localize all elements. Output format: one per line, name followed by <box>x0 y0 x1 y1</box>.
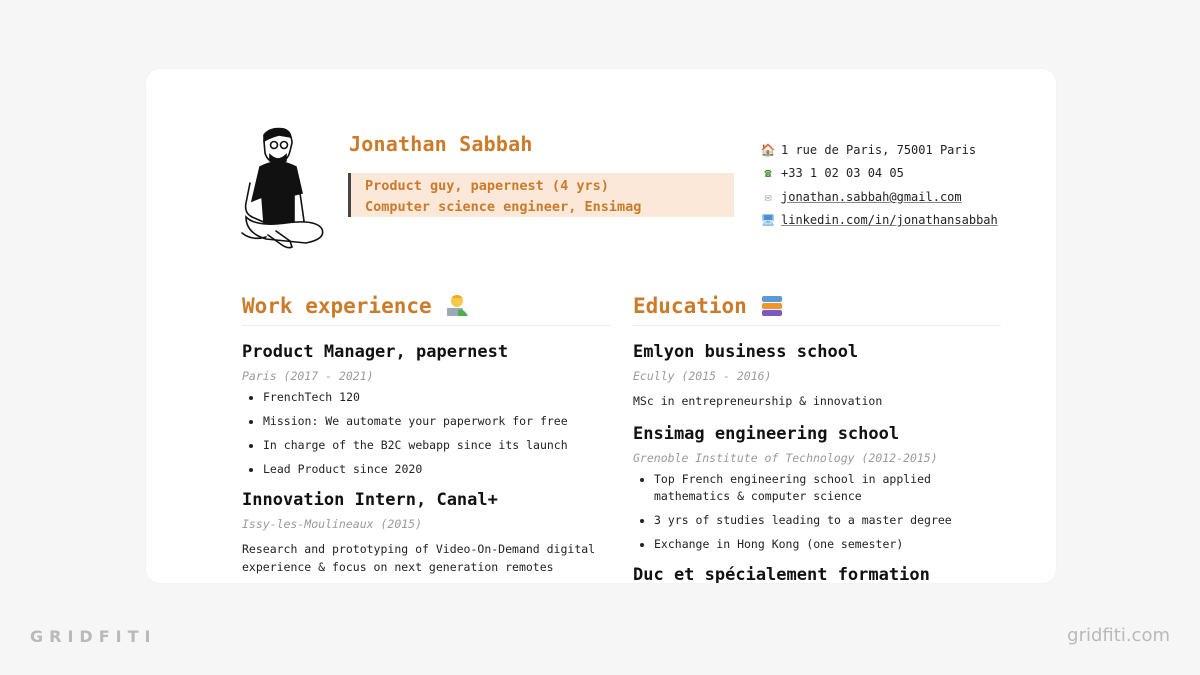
entry-title: Ensimag engineering school <box>633 424 900 444</box>
avatar-illustration <box>241 127 324 249</box>
bullet-item: Lead Product since 2020 <box>263 461 610 478</box>
entry-title: Product Manager, papernest <box>242 342 509 362</box>
address-text: 1 rue de Paris, 75001 Paris <box>781 142 977 157</box>
entry-title: Innovation Intern, Canal+ <box>242 490 498 510</box>
envelope-icon: ✉ <box>764 189 772 204</box>
section-heading: Education <box>633 289 1001 326</box>
contact-phone: ☎ +33 1 02 03 04 05 <box>760 162 998 186</box>
tagline-line: Computer science engineer, Ensimag <box>365 199 642 215</box>
section-heading: Work experience <box>242 289 610 326</box>
tagline-line: Product guy, papernest (4 yrs) <box>365 178 609 194</box>
books-icon <box>759 293 785 319</box>
education-section: Education Emlyon business school Ecully … <box>633 289 1001 583</box>
entry-bullets: FrenchTech 120 Mission: We automate your… <box>242 389 610 478</box>
house-icon: 🏠 <box>760 142 776 157</box>
brand-logo: GRIDFITI <box>30 627 157 646</box>
contact-address: 🏠 1 rue de Paris, 75001 Paris <box>760 138 998 162</box>
bullet-item: In charge of the B2C webapp since its la… <box>263 437 610 454</box>
bullet-item: 3 yrs of studies leading to a master deg… <box>654 512 1001 529</box>
section-title: Work experience <box>242 294 432 318</box>
work-experience-section: Work experience Product Manager, paperne… <box>242 289 610 576</box>
bullet-item: Top French engineering school in applied… <box>654 471 1001 505</box>
contact-email[interactable]: ✉ jonathan.sabbah@gmail.com <box>760 185 998 209</box>
tagline-callout: Product guy, papernest (4 yrs) Computer … <box>348 173 734 217</box>
bullet-item: Mission: We automate your paperwork for … <box>263 413 610 430</box>
bullet-item: Exchange in Hong Kong (one semester) <box>654 536 1001 553</box>
contact-linkedin[interactable]: 🖥 linkedin.com/in/jonathansabbah <box>760 209 998 233</box>
entry-location-dates: Grenoble Institute of Technology (2012-2… <box>633 451 938 465</box>
entry-location-dates: Issy-les-Moulineaux (2015) <box>242 517 423 531</box>
phone-text: +33 1 02 03 04 05 <box>781 166 904 181</box>
bullet-item: FrenchTech 120 <box>263 389 610 406</box>
entry-title: Emlyon business school <box>633 342 859 362</box>
resume-card: Jonathan Sabbah Product guy, papernest (… <box>146 69 1056 583</box>
phone-icon: ☎ <box>764 166 772 181</box>
entry-description: Research and prototyping of Video-On-Dem… <box>242 542 596 574</box>
entry-location-dates: Ecully (2015 - 2016) <box>633 369 772 383</box>
section-title: Education <box>633 294 747 318</box>
entry-location-dates: Paris (2017 - 2021) <box>242 369 374 383</box>
site-url: gridfiti.com <box>1067 625 1170 646</box>
email-link[interactable]: jonathan.sabbah@gmail.com <box>781 190 962 204</box>
computer-icon: 🖥 <box>760 213 776 228</box>
technologist-icon <box>444 293 470 319</box>
profile-name: Jonathan Sabbah <box>349 132 533 156</box>
entry-bullets: Top French engineering school in applied… <box>633 471 1001 553</box>
linkedin-link[interactable]: linkedin.com/in/jonathansabbah <box>781 213 998 227</box>
entry-description: MSc in entrepreneurship & innovation <box>633 394 883 408</box>
entry-title-cutoff: Duc et spécialement formation <box>633 565 930 583</box>
contact-list: 🏠 1 rue de Paris, 75001 Paris ☎ +33 1 02… <box>760 138 998 233</box>
